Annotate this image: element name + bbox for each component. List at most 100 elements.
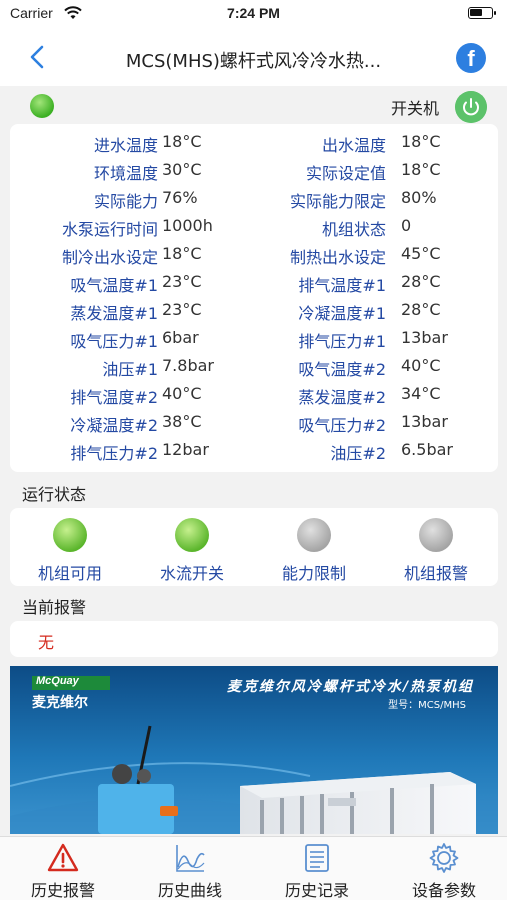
param-value: 28°C: [401, 300, 441, 319]
status-indicator-unit-available: 机组可用: [10, 518, 130, 584]
param-value: 18°C: [162, 132, 202, 151]
param-label: 实际能力: [93, 192, 158, 211]
param-label: 冷凝温度#1: [298, 304, 386, 323]
battery-icon: [468, 7, 496, 19]
run-status-heading: 运行状态: [22, 485, 87, 504]
status-indicator-flow-switch: 水流开关: [132, 518, 252, 584]
param-row: 蒸发温度#1 23°C 冷凝温度#1 28°C: [10, 300, 498, 328]
param-label: 实际能力限定: [289, 192, 386, 211]
run-status-panel: 机组可用 水流开关 能力限制 机组报警: [10, 508, 498, 586]
param-value: 23°C: [162, 300, 202, 319]
logo-text: McQuay: [36, 675, 79, 687]
status-light: [53, 518, 87, 552]
line-chart-icon: [176, 845, 205, 872]
warning-icon: [47, 843, 79, 872]
current-alarm-heading: 当前报警: [22, 598, 87, 617]
product-banner: McQuay 麦克维尔 麦克维尔风冷螺杆式冷水/热泵机组 型号：MCS/MHS: [10, 666, 498, 834]
param-value: 12bar: [162, 440, 209, 459]
tab-history-alarm[interactable]: 历史报警: [0, 841, 126, 900]
document-list-icon: [305, 844, 329, 872]
param-row: 排气温度#2 40°C 蒸发温度#2 34°C: [10, 384, 498, 412]
param-label: 机组状态: [321, 220, 386, 239]
tab-label: 历史曲线: [157, 881, 222, 900]
param-value: 80%: [401, 188, 437, 207]
status-label: 水流开关: [159, 564, 224, 583]
param-value: 28°C: [401, 272, 441, 291]
param-label: 环境温度: [93, 164, 158, 183]
param-value: 30°C: [162, 160, 202, 179]
tab-history-records[interactable]: 历史记录: [254, 841, 380, 900]
param-value: 18°C: [401, 132, 441, 151]
status-indicator-unit-alarm: 机组报警: [376, 518, 496, 584]
param-value: 34°C: [401, 384, 441, 403]
gear-icon: [429, 843, 459, 873]
param-value: 40°C: [162, 384, 202, 403]
status-label: 能力限制: [281, 564, 346, 583]
status-label: 机组报警: [403, 564, 468, 583]
current-alarm-panel: 无: [10, 621, 498, 657]
tab-label: 历史记录: [284, 881, 349, 900]
power-toggle-button[interactable]: [455, 91, 487, 123]
param-row: 油压#1 7.8bar 吸气温度#2 40°C: [10, 356, 498, 384]
status-bar: Carrier 7:24 PM: [0, 0, 507, 28]
param-label: 排气温度#1: [298, 276, 386, 295]
param-value: 1000h: [162, 216, 213, 235]
param-label: 吸气温度#1: [70, 276, 158, 295]
param-label: 蒸发温度#1: [70, 304, 158, 323]
param-row: 吸气温度#1 23°C 排气温度#1 28°C: [10, 272, 498, 300]
param-row: 排气压力#2 12bar 油压#2 6.5bar: [10, 440, 498, 468]
param-label: 冷凝温度#2: [70, 416, 158, 435]
param-value: 6bar: [162, 328, 199, 347]
param-row: 环境温度 30°C 实际设定值 18°C: [10, 160, 498, 188]
param-row: 实际能力 76% 实际能力限定 80%: [10, 188, 498, 216]
param-value: 0: [401, 216, 412, 235]
param-label: 排气压力#1: [298, 332, 386, 351]
param-value: 38°C: [162, 412, 202, 431]
power-row: 开关机: [0, 88, 507, 124]
parameter-panel: 进水温度 18°C 出水温度 18°C 环境温度 30°C 实际设定值 18°C…: [10, 124, 498, 472]
current-alarm-value: 无: [38, 633, 55, 652]
param-label: 蒸发温度#2: [298, 388, 386, 407]
param-row: 水泵运行时间 1000h 机组状态 0: [10, 216, 498, 244]
tab-label: 历史报警: [30, 881, 95, 900]
model-number: 型号：MCS/MHS: [388, 700, 466, 711]
clock: 7:24 PM: [227, 5, 280, 21]
tab-device-params[interactable]: 设备参数: [381, 841, 507, 900]
param-label: 吸气压力#2: [298, 416, 386, 435]
status-light: [297, 518, 331, 552]
param-label: 制热出水设定: [289, 248, 386, 267]
banner-headline: 麦克维尔风冷螺杆式冷水/热泵机组: [226, 679, 474, 695]
param-row: 吸气压力#1 6bar 排气压力#1 13bar: [10, 328, 498, 356]
param-value: 18°C: [401, 160, 441, 179]
param-value: 18°C: [162, 244, 202, 263]
param-row: 冷凝温度#2 38°C 吸气压力#2 13bar: [10, 412, 498, 440]
param-value: 76%: [162, 188, 198, 207]
param-label: 出水温度: [321, 136, 386, 155]
param-value: 45°C: [401, 244, 441, 263]
param-value: 13bar: [401, 412, 448, 431]
facebook-icon[interactable]: f: [456, 43, 486, 73]
param-value: 7.8bar: [162, 356, 214, 375]
param-label: 制冷出水设定: [61, 248, 158, 267]
status-indicator-capacity-limit: 能力限制: [254, 518, 374, 584]
param-label: 吸气温度#2: [298, 360, 386, 379]
back-chevron-icon[interactable]: [26, 44, 50, 70]
page-title: MCS(MHS)螺杆式风冷冷水热...: [125, 51, 382, 72]
brand-name: 麦克维尔: [32, 695, 88, 711]
status-light: [419, 518, 453, 552]
status-label: 机组可用: [37, 564, 102, 583]
param-label: 实际设定值: [305, 164, 386, 183]
param-label: 进水温度: [93, 136, 158, 155]
param-value: 13bar: [401, 328, 448, 347]
param-label: 吸气压力#1: [70, 332, 158, 351]
param-row: 制冷出水设定 18°C 制热出水设定 45°C: [10, 244, 498, 272]
param-row: 进水温度 18°C 出水温度 18°C: [10, 132, 498, 160]
param-value: 6.5bar: [401, 440, 453, 459]
param-label: 油压#1: [102, 360, 158, 379]
tab-label: 设备参数: [411, 881, 476, 900]
power-status-led: [30, 94, 54, 118]
param-value: 23°C: [162, 272, 202, 291]
navigation-bar: MCS(MHS)螺杆式风冷冷水热... f: [0, 28, 507, 86]
status-light: [175, 518, 209, 552]
tab-history-curve[interactable]: 历史曲线: [127, 841, 253, 900]
